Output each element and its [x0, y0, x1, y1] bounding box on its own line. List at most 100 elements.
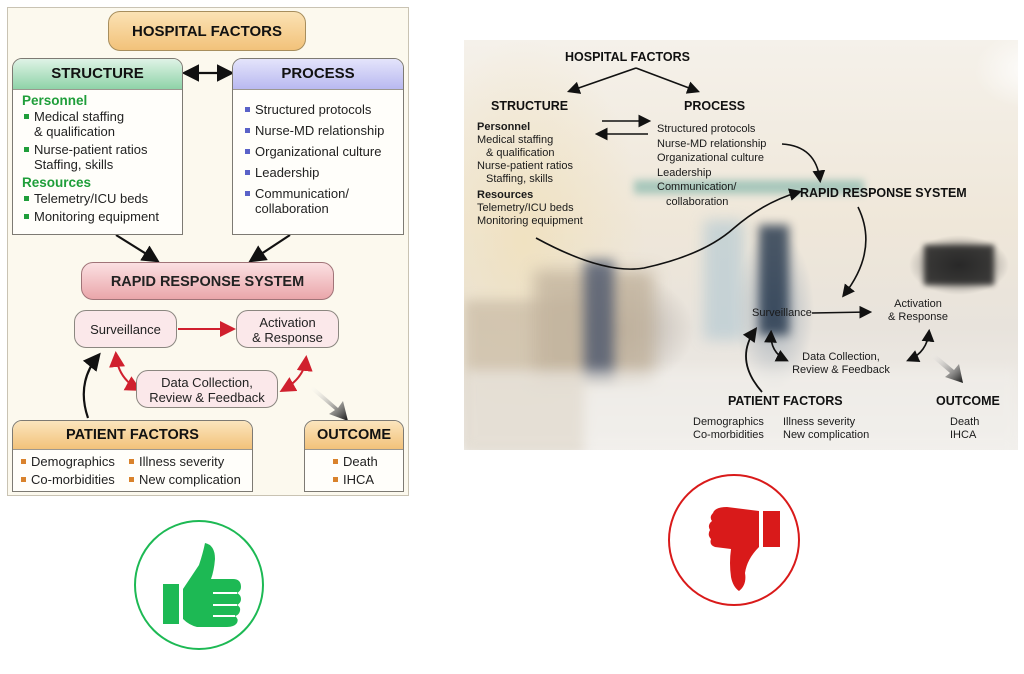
patient-factor-item: New complication	[127, 472, 251, 487]
personnel-list: Medical staffing & qualification Nurse-pa…	[22, 109, 182, 172]
resources-item: Monitoring equipment	[22, 209, 182, 224]
r-process-item: Leadership	[657, 166, 712, 179]
r-resources-item: Telemetry/ICU beds	[477, 202, 574, 214]
good-diagram-panel: HOSPITAL FACTORS STRUCTURE Personnel Med…	[7, 7, 409, 496]
r-process-item: collaboration	[666, 195, 729, 208]
r-personnel-item: & qualification	[486, 147, 555, 159]
hospital-factors-box: HOSPITAL FACTORS	[108, 11, 306, 51]
structure-to-rrs-arrow	[115, 234, 160, 263]
process-header: PROCESS	[233, 59, 403, 90]
process-item: Nurse-MD relationship	[243, 123, 403, 138]
hospital-to-process-arrow	[635, 67, 700, 94]
r-structure-list: Personnel Medical staffing & qualificati…	[477, 121, 583, 228]
patient-factors-list: Demographics Illness severity Co-morbidi…	[19, 454, 251, 487]
data-collection-line: Review & Feedback	[149, 390, 265, 405]
outcome-title: OUTCOME	[316, 427, 392, 443]
bad-diagram-panel: HOSPITAL FACTORS STRUCTURE PROCESS Perso…	[464, 40, 1018, 450]
resources-list: Telemetry/ICU beds Monitoring equipment	[22, 191, 182, 224]
resources-item: Telemetry/ICU beds	[22, 191, 182, 206]
patient-factors-title: PATIENT FACTORS	[66, 427, 199, 443]
patient-factors-box: PATIENT FACTORS Demographics Illness sev…	[12, 420, 253, 492]
thumbs-up-badge	[133, 519, 265, 651]
r-patient-factors-title: PATIENT FACTORS	[728, 394, 843, 408]
r-resources-item: Monitoring equipment	[477, 215, 583, 227]
process-list: Structured protocols Nurse-MD relationsh…	[243, 102, 403, 216]
patient-to-surveillance-arrow	[82, 352, 101, 419]
r-personnel-label: Personnel	[477, 121, 531, 133]
surveillance-box: Surveillance	[74, 310, 177, 348]
patient-factors-header: PATIENT FACTORS	[13, 421, 252, 450]
r-patient-factor-item: Demographics	[693, 416, 764, 428]
r-surveillance: Surveillance	[752, 307, 812, 319]
r-process-item: Organizational culture	[657, 152, 765, 164]
r-personnel-item: Staffing, skills	[486, 173, 554, 185]
to-outcome-arrow	[930, 353, 963, 383]
r-activation: Activation & Response	[888, 298, 948, 323]
r-process-item: Communication/	[657, 181, 737, 193]
surveillance-data-arrow	[109, 351, 142, 391]
outcome-box: OUTCOME Death IHCA	[304, 420, 404, 492]
structure-header: STRUCTURE	[13, 59, 182, 90]
data-collection-line: Data Collection,	[161, 375, 253, 390]
r-data-collection: Data Collection, Review & Feedback	[792, 351, 890, 376]
process-box: PROCESS Structured protocols Nurse-MD re…	[232, 58, 404, 235]
r-personnel-item: Nurse-patient ratios	[477, 160, 573, 172]
personnel-label: Personnel	[22, 93, 88, 108]
rrs-to-activation-arrow	[842, 206, 867, 298]
outcome-header: OUTCOME	[305, 421, 403, 450]
r-process-item: Structured protocols	[657, 123, 756, 135]
patient-to-surveillance-arrow	[742, 327, 763, 393]
patient-factor-item: Demographics	[19, 454, 127, 469]
surveillance-to-activation-arrow	[811, 305, 873, 319]
r-process-list: Structured protocols Nurse-MD relationsh…	[657, 122, 766, 209]
r-outcome-list: Death IHCA	[950, 416, 979, 442]
activation-line: Activation	[259, 315, 316, 330]
thumbs-down-badge	[667, 473, 801, 607]
process-to-rrs-arrow	[248, 234, 291, 263]
structure-box: STRUCTURE Personnel Medical staffing & qu…	[12, 58, 183, 235]
process-item: Structured protocols	[243, 102, 403, 117]
r-process-title: PROCESS	[684, 99, 746, 113]
structure-title: STRUCTURE	[51, 65, 144, 82]
process-item: Communication/collaboration	[243, 186, 403, 216]
r-patient-factors-list: Demographics Illness severity Co-morbidi…	[693, 416, 883, 442]
process-to-rrs-arrow	[781, 143, 826, 184]
surveillance-data-arrow	[764, 329, 789, 362]
process-title: PROCESS	[281, 65, 355, 82]
r-hospital-factors: HOSPITAL FACTORS	[565, 50, 691, 64]
personnel-item: Nurse-patient ratios Staffing, skills	[22, 142, 182, 172]
activation-data-arrow	[279, 355, 313, 392]
activation-data-arrow	[906, 328, 935, 362]
process-item: Organizational culture	[243, 144, 403, 159]
rapid-response-box: RAPID RESPONSE SYSTEM	[81, 262, 334, 300]
patient-factor-item: Co-morbidities	[19, 472, 127, 487]
patient-factor-item: Illness severity	[127, 454, 251, 469]
r-structure-title: STRUCTURE	[491, 99, 569, 113]
hospital-factors-label: HOSPITAL FACTORS	[131, 23, 282, 40]
outcome-list: Death IHCA	[331, 454, 378, 487]
thumbs-up-icon	[134, 520, 264, 650]
data-collection-box: Data Collection, Review & Feedback	[136, 370, 278, 408]
surveillance-label: Surveillance	[90, 322, 161, 337]
r-process-item: Nurse-MD relationship	[657, 137, 767, 150]
process-item: Leadership	[243, 165, 403, 180]
to-outcome-arrow	[310, 386, 348, 421]
r-personnel-item: Medical staffing	[477, 134, 554, 146]
hospital-to-structure-arrow	[566, 67, 637, 94]
activation-box: Activation & Response	[236, 310, 339, 348]
r-outcome-title: OUTCOME	[936, 394, 1000, 408]
activation-line: & Response	[252, 330, 323, 345]
r-patient-factor-item: Co-morbidities	[693, 429, 764, 441]
r-resources-label: Resources	[477, 189, 534, 201]
rapid-response-label: RAPID RESPONSE SYSTEM	[110, 274, 305, 290]
thumbs-down-icon	[668, 474, 800, 606]
outcome-item: Death	[331, 454, 378, 469]
personnel-item: Medical staffing & qualification	[22, 109, 182, 139]
r-rapid-response: RAPID RESPONSE SYSTEM	[800, 186, 967, 200]
r-outcome-item: IHCA	[950, 429, 977, 441]
resources-label: Resources	[22, 175, 92, 190]
r-outcome-item: Death	[950, 416, 980, 428]
r-patient-factor-item: Illness severity	[783, 416, 856, 428]
r-patient-factor-item: New complication	[783, 429, 870, 441]
outcome-item: IHCA	[331, 472, 378, 487]
